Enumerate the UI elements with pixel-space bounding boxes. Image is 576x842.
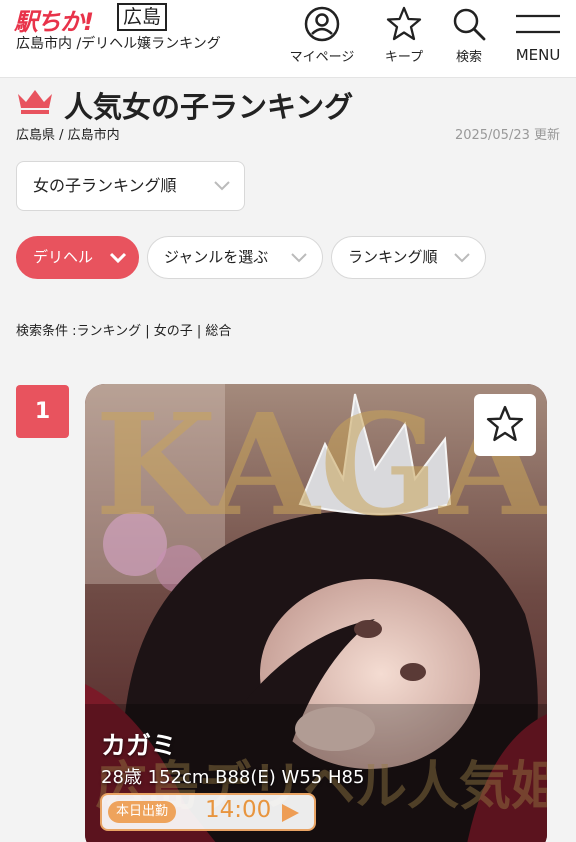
header-subtitle: 広島市内 /デリヘル嬢ランキング (16, 36, 221, 52)
sort-select[interactable]: 女の子ランキング順 (16, 161, 245, 211)
search-conditions: 検索条件 :ランキング | 女の子 | 総合 (16, 324, 232, 339)
shift-time: 14:00 (205, 797, 272, 823)
crown-icon (18, 90, 52, 114)
mypage-button[interactable]: マイページ (284, 6, 360, 65)
menu-button[interactable]: MENU (507, 6, 569, 64)
sort-select-value: 女の子ランキング順 (33, 176, 177, 195)
site-logo[interactable]: 駅ちか! (14, 2, 94, 37)
girl-name[interactable]: カガミ (101, 726, 176, 762)
category-filter[interactable]: デリヘル (16, 236, 139, 279)
keep-label: キープ (384, 50, 424, 65)
ranking-card[interactable]: KAGAMI 広島デリヘル人気姫 カガミ 28歳 152cm B88(E) W5… (85, 384, 547, 842)
rank-badge: 1 (16, 385, 69, 438)
page-title: 人気女の子ランキング (64, 90, 354, 124)
girl-profile: 28歳 152cm B88(E) W55 H85 (101, 767, 365, 788)
order-filter-label: ランキング順 (348, 248, 438, 266)
favorite-button[interactable] (474, 394, 536, 456)
shift-label: 本日出勤 (108, 801, 177, 823)
menu-label: MENU (515, 46, 561, 64)
search-icon (453, 8, 486, 41)
updated-date: 2025/05/23 更新 (454, 128, 560, 143)
star-icon (386, 6, 422, 41)
site-header: 駅ちか! 広島 広島市内 /デリヘル嬢ランキング マイページ キープ 検索 ME… (0, 0, 576, 78)
menu-icon (516, 14, 560, 34)
chevron-down-icon (109, 252, 127, 264)
area-badge[interactable]: 広島 (117, 3, 168, 31)
mypage-label: マイページ (289, 50, 355, 65)
star-icon (486, 405, 524, 442)
chevron-down-icon (291, 253, 307, 263)
chevron-down-icon (454, 253, 470, 263)
keep-button[interactable]: キープ (376, 6, 432, 65)
category-filter-label: デリヘル (33, 248, 94, 266)
genre-filter-label: ジャンルを選ぶ (164, 248, 269, 266)
user-circle-icon (304, 6, 340, 42)
play-arrow-icon (282, 804, 299, 822)
search-button[interactable]: 検索 (442, 6, 496, 65)
order-filter[interactable]: ランキング順 (331, 236, 486, 279)
search-label: 検索 (455, 50, 482, 65)
genre-filter[interactable]: ジャンルを選ぶ (147, 236, 323, 279)
breadcrumb[interactable]: 広島県 / 広島市内 (16, 124, 120, 143)
shift-box[interactable]: 本日出勤 14:00 (100, 793, 316, 831)
chevron-down-icon (214, 181, 230, 191)
